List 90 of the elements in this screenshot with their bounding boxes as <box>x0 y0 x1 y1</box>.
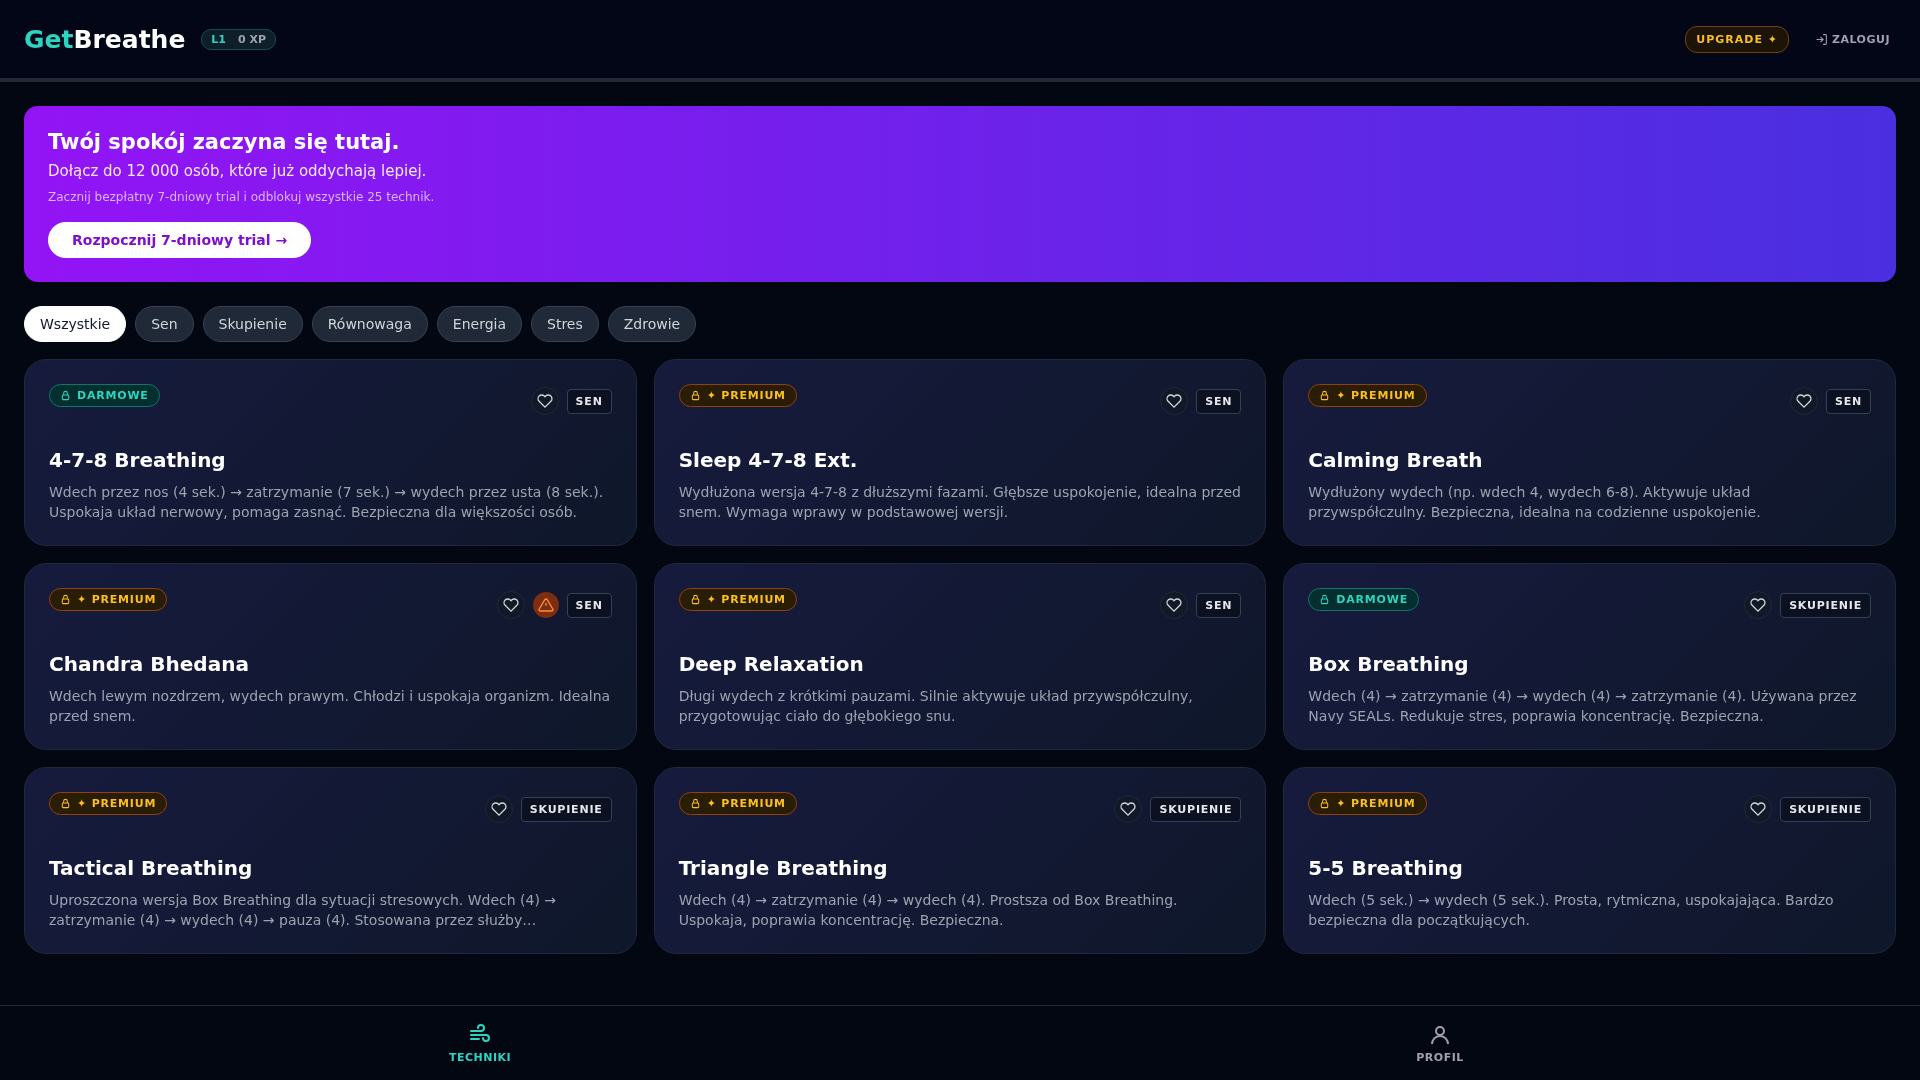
category-tag: SEN <box>1196 388 1242 414</box>
favorite-button[interactable] <box>1789 387 1818 415</box>
banner-subtitle: Dołącz do 12 000 osób, które już oddychają lepiej. <box>48 162 428 180</box>
card-description: Wdech (5 sek.) → wydech (5 sek.). Prosta, rytmiczna, uspokajająca. Bardzo bezpieczna dla początkujących. <box>1308 891 1835 931</box>
lock-icon <box>1319 390 1331 401</box>
access-badge: ✦ PREMIUM <box>49 792 168 815</box>
card-description: Długi wydech z krótkimi pauzami. Silnie aktywuje układ przywspółczulny, przygotowując ciało do głębokiego snu. <box>678 687 1194 727</box>
technique-card[interactable]: DARMOWE SKUPIENIE Box Breathing Wdech (4) → zatrzymanie (4) → wydech (4) → zatrzymanie (4). Używana przez Navy SEALs. Redukuje stres, poprawia koncentrację. Bezpieczna. <box>1283 563 1896 750</box>
trial-button[interactable]: Rozpocznij 7-dniowy trial → <box>48 222 312 258</box>
favorite-button[interactable] <box>530 387 559 415</box>
access-badge: DARMOWE <box>49 384 160 407</box>
card-description: Wydłużona wersja 4-7-8 z dłuższymi fazami. Głębsze uspokojenie, idealna przed snem. Wymaga wprawy w podstawowej wersji. <box>678 483 1242 523</box>
heart-icon <box>1120 801 1137 817</box>
heart-icon <box>1166 597 1183 613</box>
card-title: Tactical Breathing <box>49 856 254 880</box>
lock-icon <box>60 594 71 605</box>
card-description: Wdech przez nos (4 sek.) → zatrzymanie (7 sek.) → wydech przez usta (8 sek.). Uspokaja układ nerwowy, pomaga zasnąć. Bezpieczna dla większości osób. <box>49 483 605 523</box>
level-badge: L1 0 XP <box>201 28 277 50</box>
category-tag: SKUPIENIE <box>1780 796 1871 822</box>
category-tag: SEN <box>1196 592 1242 618</box>
app-logo: GetBreathe <box>24 24 186 54</box>
lock-icon <box>689 390 701 401</box>
favorite-button[interactable] <box>1160 591 1189 619</box>
heart-icon <box>1750 801 1767 817</box>
category-tag: SEN <box>566 592 612 618</box>
card-title: Sleep 4-7-8 Ext. <box>678 448 859 472</box>
lock-icon <box>689 798 701 809</box>
favorite-button[interactable] <box>1114 795 1143 823</box>
heart-icon <box>1750 597 1767 613</box>
heart-icon <box>536 393 553 409</box>
card-description: Wydłużony wydech (np. wdech 4, wydech 6-8). Aktywuje układ przywspółczulny. Bezpieczna, idealna na codzienne uspokojenie. <box>1308 483 1762 523</box>
access-badge: ✦ PREMIUM <box>49 588 168 611</box>
lock-icon <box>60 390 71 401</box>
favorite-button[interactable] <box>496 591 525 619</box>
access-badge: ✦ PREMIUM <box>1308 384 1427 407</box>
login-icon <box>1815 32 1828 46</box>
favorite-button[interactable] <box>1744 591 1773 619</box>
filter-chip[interactable]: Energia <box>436 306 522 342</box>
category-tag: SEN <box>566 388 612 414</box>
filter-chip[interactable]: Skupienie <box>202 306 303 342</box>
technique-card[interactable]: ✦ PREMIUM SKUPIENIE Triangle Breathing Wdech (4) → zatrzymanie (4) → wydech (4). Prostsza od Box Breathing. Uspokaja, poprawia koncentrację. Bezpieczna. <box>653 767 1267 954</box>
card-description: Wdech lewym nozdrzem, wydech prawym. Chłodzi i uspokaja organizm. Idealna przed snem. <box>49 687 612 727</box>
technique-card[interactable]: ✦ PREMIUM SEN Deep Relaxation Długi wydech z krótkimi pauzami. Silnie aktywuje układ przywspółczulny, przygotowując ciało do głębokiego snu. <box>653 563 1267 750</box>
favorite-button[interactable] <box>484 795 513 823</box>
access-badge: ✦ PREMIUM <box>678 384 797 407</box>
card-title: 5-5 Breathing <box>1308 856 1464 880</box>
card-title: Box Breathing <box>1308 652 1470 676</box>
access-badge: ✦ PREMIUM <box>678 792 797 815</box>
card-title: Deep Relaxation <box>678 652 865 676</box>
lock-icon <box>689 594 701 605</box>
technique-card[interactable]: DARMOWE SEN 4-7-8 Breathing Wdech przez nos (4 sek.) → zatrzymanie (7 sek.) → wydech przez usta (8 sek.). Uspokaja układ nerwowy, pomaga zasnąć. Bezpieczna dla większości osób. <box>24 359 637 546</box>
technique-card[interactable]: ✦ PREMIUM SKUPIENIE 5-5 Breathing Wdech (5 sek.) → wydech (5 sek.). Prosta, rytmiczna, uspokajająca. Bardzo bezpieczna dla początkujących. <box>1283 767 1896 954</box>
card-title: Calming Breath <box>1308 448 1484 472</box>
card-title: Chandra Bhedana <box>49 652 250 676</box>
category-tag: SKUPIENIE <box>520 796 612 822</box>
card-title: 4-7-8 Breathing <box>49 448 227 472</box>
login-button[interactable]: ZALOGUJ <box>1809 31 1896 47</box>
card-description: Uproszczona wersja Box Breathing dla sytuacji stresowych. Wdech (4) → zatrzymanie (4) → wydech (4) → pauza (4). Stosowana przez służby… <box>49 891 558 931</box>
favorite-button[interactable] <box>1744 795 1773 823</box>
card-description: Wdech (4) → zatrzymanie (4) → wydech (4) → zatrzymanie (4). Używana przez Navy SEALs. Redukuje stres, poprawia koncentrację. Bezpieczna. <box>1308 687 1858 727</box>
filter-chip[interactable]: Wszystkie <box>24 306 127 342</box>
lock-icon <box>1319 594 1331 605</box>
nav-tab[interactable]: PROFIL <box>960 1006 1920 1080</box>
category-tag: SKUPIENIE <box>1150 796 1242 822</box>
card-description: Wdech (4) → zatrzymanie (4) → wydech (4). Prostsza od Box Breathing. Uspokaja, poprawia koncentrację. Bezpieczna. <box>678 891 1179 931</box>
heart-icon <box>502 597 519 613</box>
heart-icon <box>1795 393 1812 409</box>
access-badge: ✦ PREMIUM <box>678 588 797 611</box>
technique-card[interactable]: ✦ PREMIUM SEN Chandra Bhedana Wdech lewym nozdrzem, wydech prawym. Chłodzi i uspokaja organizm. Idealna przed snem. <box>24 563 637 750</box>
card-title: Triangle Breathing <box>678 856 889 880</box>
lock-icon <box>1319 798 1331 809</box>
filter-chip[interactable]: Równowaga <box>311 306 428 342</box>
heart-icon <box>1166 393 1183 409</box>
upgrade-button[interactable]: UPGRADE ✦ <box>1685 25 1789 53</box>
banner-note: Zacznij bezpłatny 7-dniowy trial i odblokuj wszystkie 25 technik. <box>48 190 436 204</box>
technique-card[interactable]: ✦ PREMIUM SKUPIENIE Tactical Breathing Uproszczona wersja Box Breathing dla sytuacji stresowych. Wdech (4) → zatrzymanie (4) → wydech (4) → pauza (4). Stosowana przez służby… <box>24 767 637 954</box>
banner-title: Twój spokój zaczyna się tutaj. <box>48 130 401 154</box>
access-badge: ✦ PREMIUM <box>1308 792 1427 815</box>
lock-icon <box>60 798 71 809</box>
access-badge: DARMOWE <box>1308 588 1419 611</box>
category-tag: SEN <box>1825 388 1871 414</box>
favorite-button[interactable] <box>1160 387 1189 415</box>
heart-icon <box>490 801 507 817</box>
technique-card[interactable]: ✦ PREMIUM SEN Sleep 4-7-8 Ext. Wydłużona wersja 4-7-8 z dłuższymi fazami. Głębsze uspokojenie, idealna przed snem. Wymaga wprawy w podstawowej wersji. <box>653 359 1267 546</box>
filter-chip[interactable]: Sen <box>135 306 194 342</box>
category-tag: SKUPIENIE <box>1780 592 1871 618</box>
filter-chip[interactable]: Zdrowie <box>607 306 697 342</box>
technique-card[interactable]: ✦ PREMIUM SEN Calming Breath Wydłużony wydech (np. wdech 4, wydech 6-8). Aktywuje układ przywspółczulny. Bezpieczna, idealna na codzienne uspokojenie. <box>1283 359 1896 546</box>
filter-chip[interactable]: Stres <box>531 306 599 342</box>
nav-tab[interactable]: TECHNIKI <box>0 1006 960 1080</box>
